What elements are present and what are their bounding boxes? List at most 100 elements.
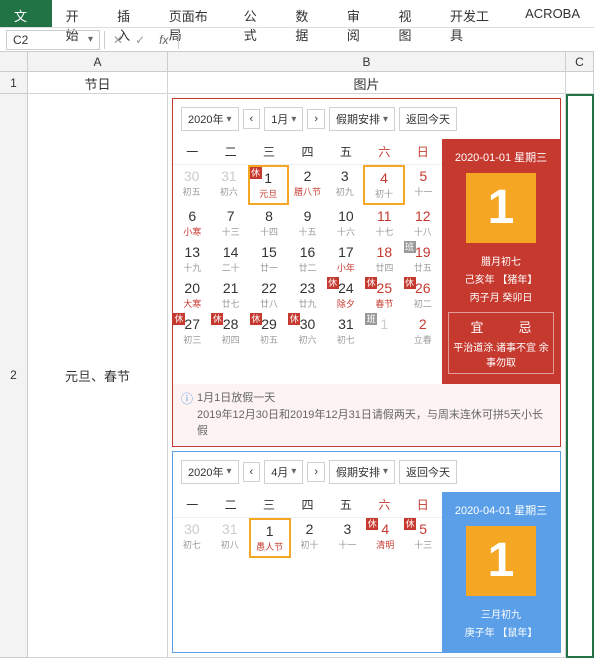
day-cell[interactable]: 7十三	[211, 205, 249, 241]
select-all-corner[interactable]	[0, 52, 28, 71]
ribbon-tab-6[interactable]: 审阅	[333, 0, 385, 27]
side-lunar: 腊月初七	[448, 253, 554, 268]
day-cell[interactable]: 班19廿五	[404, 241, 442, 277]
day-cell[interactable]: 18廿四	[365, 241, 403, 277]
cell-b2[interactable]: 2020年▾ ‹ 1月▾ › 假期安排▾ 返回今天 一二三四五六日 30初五31…	[168, 94, 566, 658]
ribbon-tab-2[interactable]: 插入	[103, 0, 155, 27]
day-cell[interactable]: 14二十	[211, 241, 249, 277]
ribbon-tab-5[interactable]: 数据	[281, 0, 333, 27]
month-select[interactable]: 4月▾	[264, 460, 303, 484]
day-cell[interactable]: 休29初五	[250, 313, 288, 349]
row-header-1[interactable]: 1	[0, 72, 28, 94]
weekday-cell: 三	[250, 139, 288, 165]
day-number: 4	[366, 170, 401, 186]
day-cell[interactable]: 10十六	[327, 205, 365, 241]
day-cell[interactable]: 4初十	[363, 165, 404, 205]
day-cell[interactable]: 休4清明	[366, 518, 404, 558]
day-cell[interactable]: 休1元旦	[248, 165, 289, 205]
row-header-2[interactable]: 2	[0, 94, 28, 658]
chevron-down-icon: ▾	[383, 114, 388, 125]
ribbon-tab-3[interactable]: 页面布局	[155, 0, 230, 27]
day-cell[interactable]: 2腊八节	[289, 165, 326, 205]
next-month-button[interactable]: ›	[307, 109, 325, 129]
col-header-c[interactable]: C	[566, 52, 594, 71]
day-cell[interactable]: 11十七	[365, 205, 403, 241]
day-cell[interactable]: 休30初六	[288, 313, 326, 349]
confirm-icon[interactable]: ✓	[131, 33, 149, 47]
col-header-b[interactable]: B	[168, 52, 566, 71]
day-cell[interactable]: 22廿八	[250, 277, 288, 313]
ribbon-tab-0[interactable]: 文件	[0, 0, 52, 27]
day-cell[interactable]: 13十九	[173, 241, 211, 277]
day-cell[interactable]: 5十一	[405, 165, 442, 205]
next-month-button[interactable]: ›	[307, 462, 325, 482]
day-cell[interactable]: 31初六	[210, 165, 247, 205]
day-cell[interactable]: 3初九	[326, 165, 363, 205]
day-cell[interactable]: 2立春	[404, 313, 442, 349]
cell-reference[interactable]: C2 ▾	[6, 30, 100, 50]
day-number: 9	[289, 208, 325, 224]
day-cell[interactable]: 12十八	[404, 205, 442, 241]
day-cell[interactable]: 2初十	[291, 518, 329, 558]
holiday-select[interactable]: 假期安排▾	[329, 107, 395, 131]
cancel-icon[interactable]: ✕	[109, 33, 127, 47]
ribbon-tab-9[interactable]: ACROBA	[511, 0, 594, 27]
cell-b1[interactable]: 图片	[168, 72, 566, 94]
day-subtitle: 大寒	[174, 297, 210, 310]
side-month-day: 丙子月 癸卯日	[448, 289, 554, 304]
day-cell[interactable]: 休24除夕	[327, 277, 365, 313]
day-cell[interactable]: 30初七	[173, 518, 211, 558]
cell-a2[interactable]: 元旦、春节	[28, 94, 168, 658]
day-subtitle: 廿二	[289, 261, 325, 274]
year-select[interactable]: 2020年▾	[181, 107, 239, 131]
day-subtitle: 愚人节	[252, 540, 288, 553]
ribbon-tab-4[interactable]: 公式	[230, 0, 282, 27]
rest-badge: 休	[404, 277, 416, 289]
year-select[interactable]: 2020年▾	[181, 460, 239, 484]
month-select[interactable]: 1月▾	[264, 107, 303, 131]
day-cell[interactable]: 20大寒	[173, 277, 211, 313]
day-subtitle: 廿一	[251, 261, 287, 274]
day-cell[interactable]: 班1	[365, 313, 403, 349]
ribbon-tab-7[interactable]: 视图	[384, 0, 436, 27]
day-cell[interactable]: 16廿二	[288, 241, 326, 277]
day-cell[interactable]: 9十五	[288, 205, 326, 241]
day-cell[interactable]: 休26初二	[404, 277, 442, 313]
day-cell[interactable]: 15廿一	[250, 241, 288, 277]
day-cell[interactable]: 21廿七	[211, 277, 249, 313]
day-cell[interactable]: 23廿九	[288, 277, 326, 313]
day-subtitle: 元旦	[251, 187, 286, 200]
day-cell[interactable]: 3十一	[328, 518, 366, 558]
day-cell[interactable]: 30初五	[173, 165, 210, 205]
prev-month-button[interactable]: ‹	[243, 109, 261, 129]
ribbon-tab-8[interactable]: 开发工具	[436, 0, 511, 27]
day-cell[interactable]: 17小年	[327, 241, 365, 277]
holiday-select[interactable]: 假期安排▾	[329, 460, 395, 484]
today-button[interactable]: 返回今天	[399, 107, 457, 131]
day-subtitle: 除夕	[328, 297, 364, 310]
day-cell[interactable]: 休27初三	[173, 313, 211, 349]
cell-c1[interactable]	[566, 72, 594, 94]
day-cell[interactable]: 6小寒	[173, 205, 211, 241]
cell-c2[interactable]	[566, 94, 594, 658]
today-button[interactable]: 返回今天	[399, 460, 457, 484]
day-cell[interactable]: 1愚人节	[249, 518, 291, 558]
col-header-a[interactable]: A	[28, 52, 168, 71]
day-cell[interactable]: 休28初四	[211, 313, 249, 349]
calendar-widget-january: 2020年▾ ‹ 1月▾ › 假期安排▾ 返回今天 一二三四五六日 30初五31…	[172, 98, 561, 447]
fx-icon[interactable]: fx	[153, 33, 174, 47]
day-cell[interactable]: 31初七	[327, 313, 365, 349]
calendar-grid: 一二三四五六日 30初七31初八1愚人节2初十3十一休4清明休5十三	[173, 492, 442, 652]
cell-a1[interactable]: 节日	[28, 72, 168, 94]
day-subtitle: 十八	[405, 225, 441, 238]
day-cell[interactable]: 休25春节	[365, 277, 403, 313]
rest-badge: 休	[288, 313, 300, 325]
ribbon-tab-1[interactable]: 开始	[52, 0, 104, 27]
day-cell[interactable]: 休5十三	[404, 518, 442, 558]
day-subtitle: 初九	[327, 185, 362, 198]
day-cell[interactable]: 8十四	[250, 205, 288, 241]
rest-badge: 休	[250, 167, 262, 179]
prev-month-button[interactable]: ‹	[243, 462, 261, 482]
day-number: 3	[327, 168, 362, 184]
day-cell[interactable]: 31初八	[211, 518, 249, 558]
